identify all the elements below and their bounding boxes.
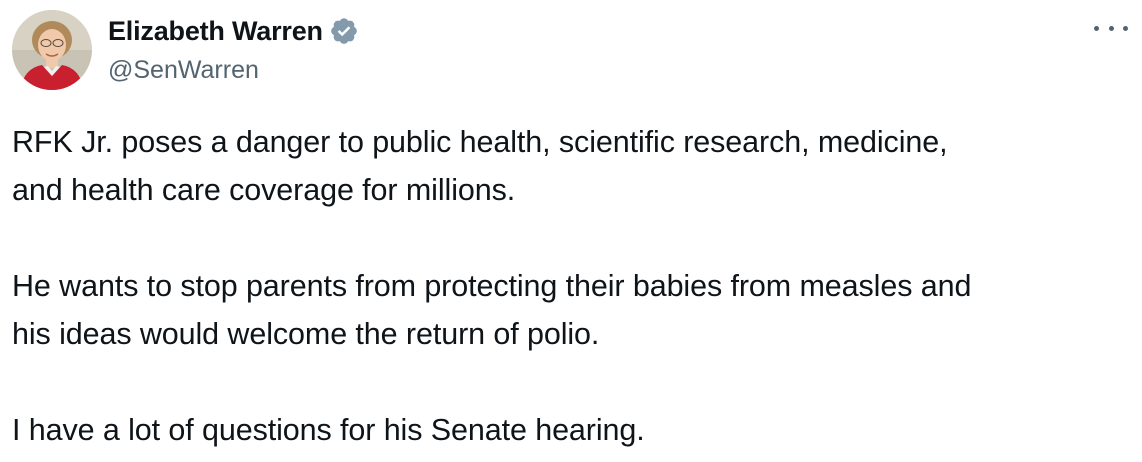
tweet-text: RFK Jr. poses a danger to public health,… xyxy=(12,118,1137,454)
tweet-paragraph: I have a lot of questions for his Senate… xyxy=(12,406,1137,454)
tweet-line: I have a lot of questions for his Senate… xyxy=(12,413,645,447)
more-dot xyxy=(1108,25,1114,31)
author-identity: Elizabeth Warren @SenWarren xyxy=(108,14,359,85)
tweet-paragraph: He wants to stop parents from protecting… xyxy=(12,262,1137,358)
more-options-icon[interactable] xyxy=(1094,16,1128,40)
verified-badge-icon xyxy=(329,16,359,46)
author-handle[interactable]: @SenWarren xyxy=(108,56,359,85)
tweet-line: and health care coverage for millions. xyxy=(12,173,516,207)
avatar[interactable] xyxy=(12,10,92,90)
name-row: Elizabeth Warren xyxy=(108,14,359,48)
avatar-image xyxy=(12,10,92,90)
tweet: Elizabeth Warren @SenWarren RFK Jr. pose… xyxy=(0,0,1142,462)
tweet-paragraph: RFK Jr. poses a danger to public health,… xyxy=(12,118,1137,214)
author-name[interactable]: Elizabeth Warren xyxy=(108,16,323,47)
tweet-header: Elizabeth Warren @SenWarren xyxy=(12,10,359,90)
tweet-line: RFK Jr. poses a danger to public health,… xyxy=(12,125,948,159)
tweet-line: his ideas would welcome the return of po… xyxy=(12,317,600,351)
tweet-line: He wants to stop parents from protecting… xyxy=(12,269,972,303)
more-dot xyxy=(1094,25,1099,31)
more-dot xyxy=(1123,25,1128,31)
